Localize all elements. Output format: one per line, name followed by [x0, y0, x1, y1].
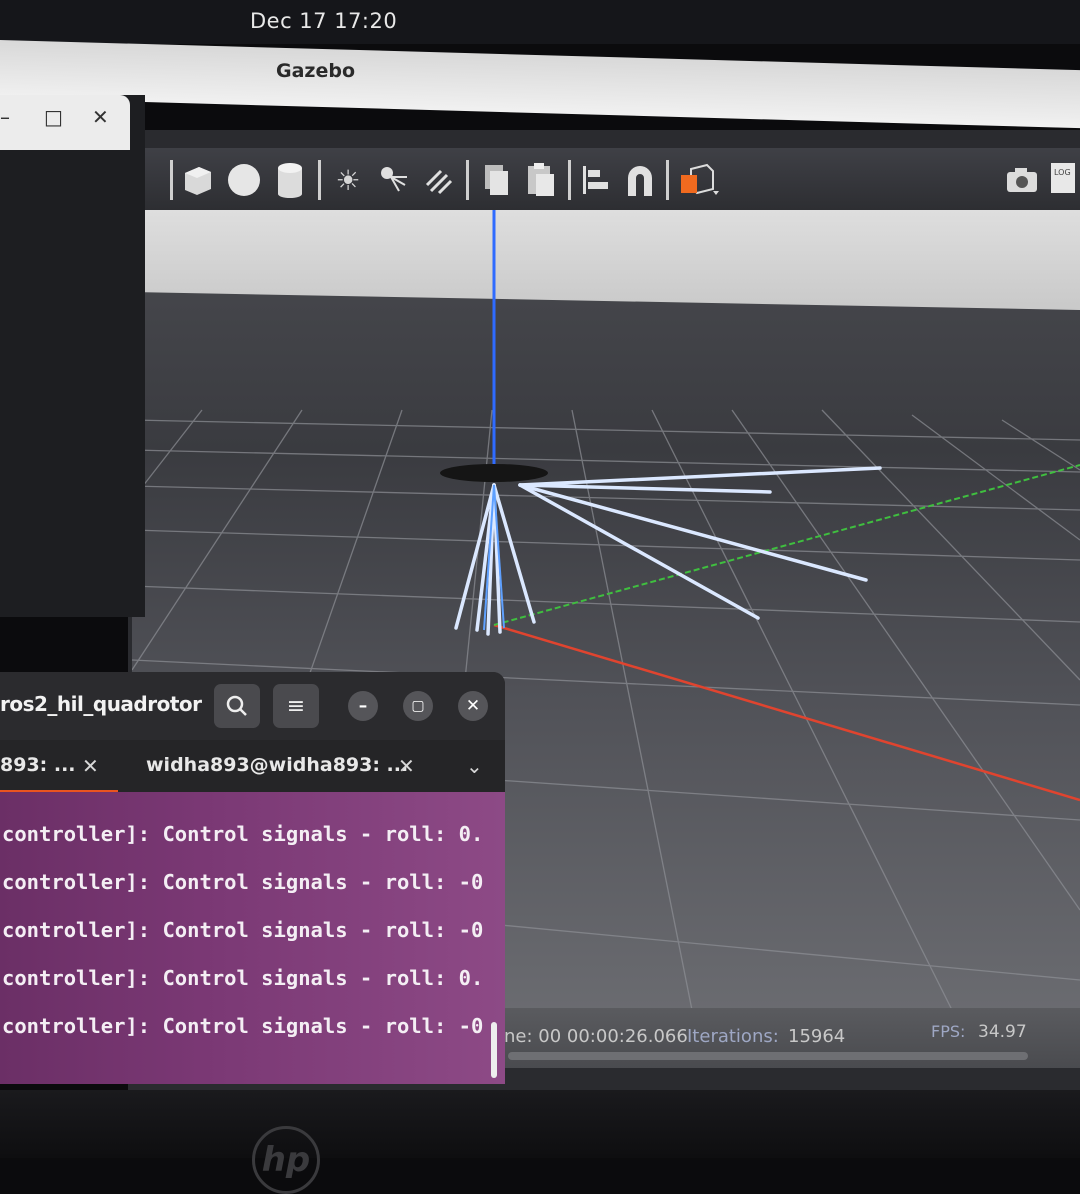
close-button[interactable]: ✕ — [92, 105, 109, 129]
svg-text:LOG: LOG — [1054, 168, 1071, 177]
tab-1-close-icon[interactable]: ✕ — [82, 754, 99, 778]
system-top-bar: Dec 17 17:20 — [0, 0, 1080, 44]
x-axis — [493, 623, 1080, 802]
fps-label: FPS: — [931, 1022, 966, 1041]
terminal-line: controller]: Control signals - roll: 0. — [2, 822, 484, 846]
cylinder-icon[interactable] — [272, 162, 308, 198]
window-title: Gazebo — [276, 60, 356, 82]
point-light-icon[interactable]: ☀ — [330, 162, 366, 198]
laser-rays — [454, 466, 882, 636]
hp-logo: hp — [252, 1126, 320, 1194]
spot-light-icon[interactable] — [376, 162, 412, 198]
terminal-line: controller]: Control signals - roll: -0 — [2, 870, 484, 894]
iterations-label: Iterations: — [687, 1026, 779, 1047]
terminal-window[interactable]: ros2_hil_quadrotor ≡ – ▢ ✕ 893: ... ✕ wi… — [0, 672, 505, 1084]
terminal-output[interactable]: controller]: Control signals - roll: 0. … — [0, 792, 505, 1084]
clock[interactable]: Dec 17 17:20 — [250, 9, 397, 33]
toolbar-separator — [466, 160, 469, 200]
maximize-button[interactable]: ▢ — [403, 691, 433, 721]
view-angle-icon[interactable] — [676, 162, 720, 198]
minimize-icon: – — [358, 696, 368, 716]
terminal-title: ros2_hil_quadrotor — [0, 692, 202, 716]
toolbar-separator — [666, 160, 669, 200]
paste-icon[interactable] — [522, 162, 558, 198]
status-bar: ne: 00 00:00:26.066 Iterations: 15964 FP… — [500, 1008, 1080, 1068]
box-icon[interactable] — [180, 162, 216, 198]
search-icon — [226, 695, 247, 716]
sphere-icon[interactable] — [226, 162, 262, 198]
maximize-button[interactable]: □ — [44, 105, 63, 129]
terminal-line: controller]: Control signals - roll: -0 — [2, 918, 484, 942]
hp-logo-text: hp — [261, 1140, 311, 1180]
iterations-value: 15964 — [788, 1026, 846, 1047]
gazebo-titlebar — [0, 40, 1080, 129]
horizontal-scrollbar[interactable] — [508, 1052, 1028, 1060]
menu-button[interactable]: ≡ — [273, 684, 319, 728]
maximize-icon: ▢ — [411, 698, 425, 714]
close-icon: ✕ — [465, 696, 481, 716]
toolbar-separator — [318, 160, 321, 200]
fps-value: 34.97 — [978, 1022, 1027, 1042]
search-button[interactable] — [214, 684, 260, 728]
terminal-line: controller]: Control signals - roll: -0 — [2, 1014, 484, 1038]
copy-icon[interactable] — [478, 162, 514, 198]
terminal-scrollbar[interactable] — [491, 1022, 497, 1078]
directional-light-icon[interactable] — [420, 162, 456, 198]
snap-icon[interactable] — [622, 162, 658, 198]
terminal-tabs: 893: ... ✕ widha893@widha893: ... ✕ ⌄ — [0, 740, 505, 798]
background-window[interactable]: – □ ✕ — [0, 95, 145, 617]
hamburger-icon: ≡ — [286, 693, 306, 719]
monitor-bezel — [0, 1090, 1080, 1158]
tabs-dropdown-icon[interactable]: ⌄ — [466, 754, 483, 778]
align-icon[interactable] — [578, 162, 614, 198]
toolbar-separator — [170, 160, 173, 200]
terminal-header: ros2_hil_quadrotor ≡ – ▢ ✕ — [0, 672, 505, 740]
quadrotor-model[interactable] — [440, 464, 548, 482]
log-icon[interactable]: LOG — [1048, 162, 1078, 198]
tab-2-close-icon[interactable]: ✕ — [398, 754, 415, 778]
minimize-button[interactable]: – — [0, 105, 10, 129]
screenshot-icon[interactable] — [1004, 162, 1040, 198]
sim-time: ne: 00 00:00:26.066 — [504, 1026, 688, 1047]
toolbar-separator — [568, 160, 571, 200]
window-titlebar: – □ ✕ — [0, 95, 130, 150]
tab-2-label[interactable]: widha893@widha893: ... — [146, 754, 408, 776]
close-button[interactable]: ✕ — [458, 691, 488, 721]
terminal-line: controller]: Control signals - roll: 0. — [2, 966, 484, 990]
tab-1-label[interactable]: 893: ... — [0, 754, 76, 776]
minimize-button[interactable]: – — [348, 691, 378, 721]
